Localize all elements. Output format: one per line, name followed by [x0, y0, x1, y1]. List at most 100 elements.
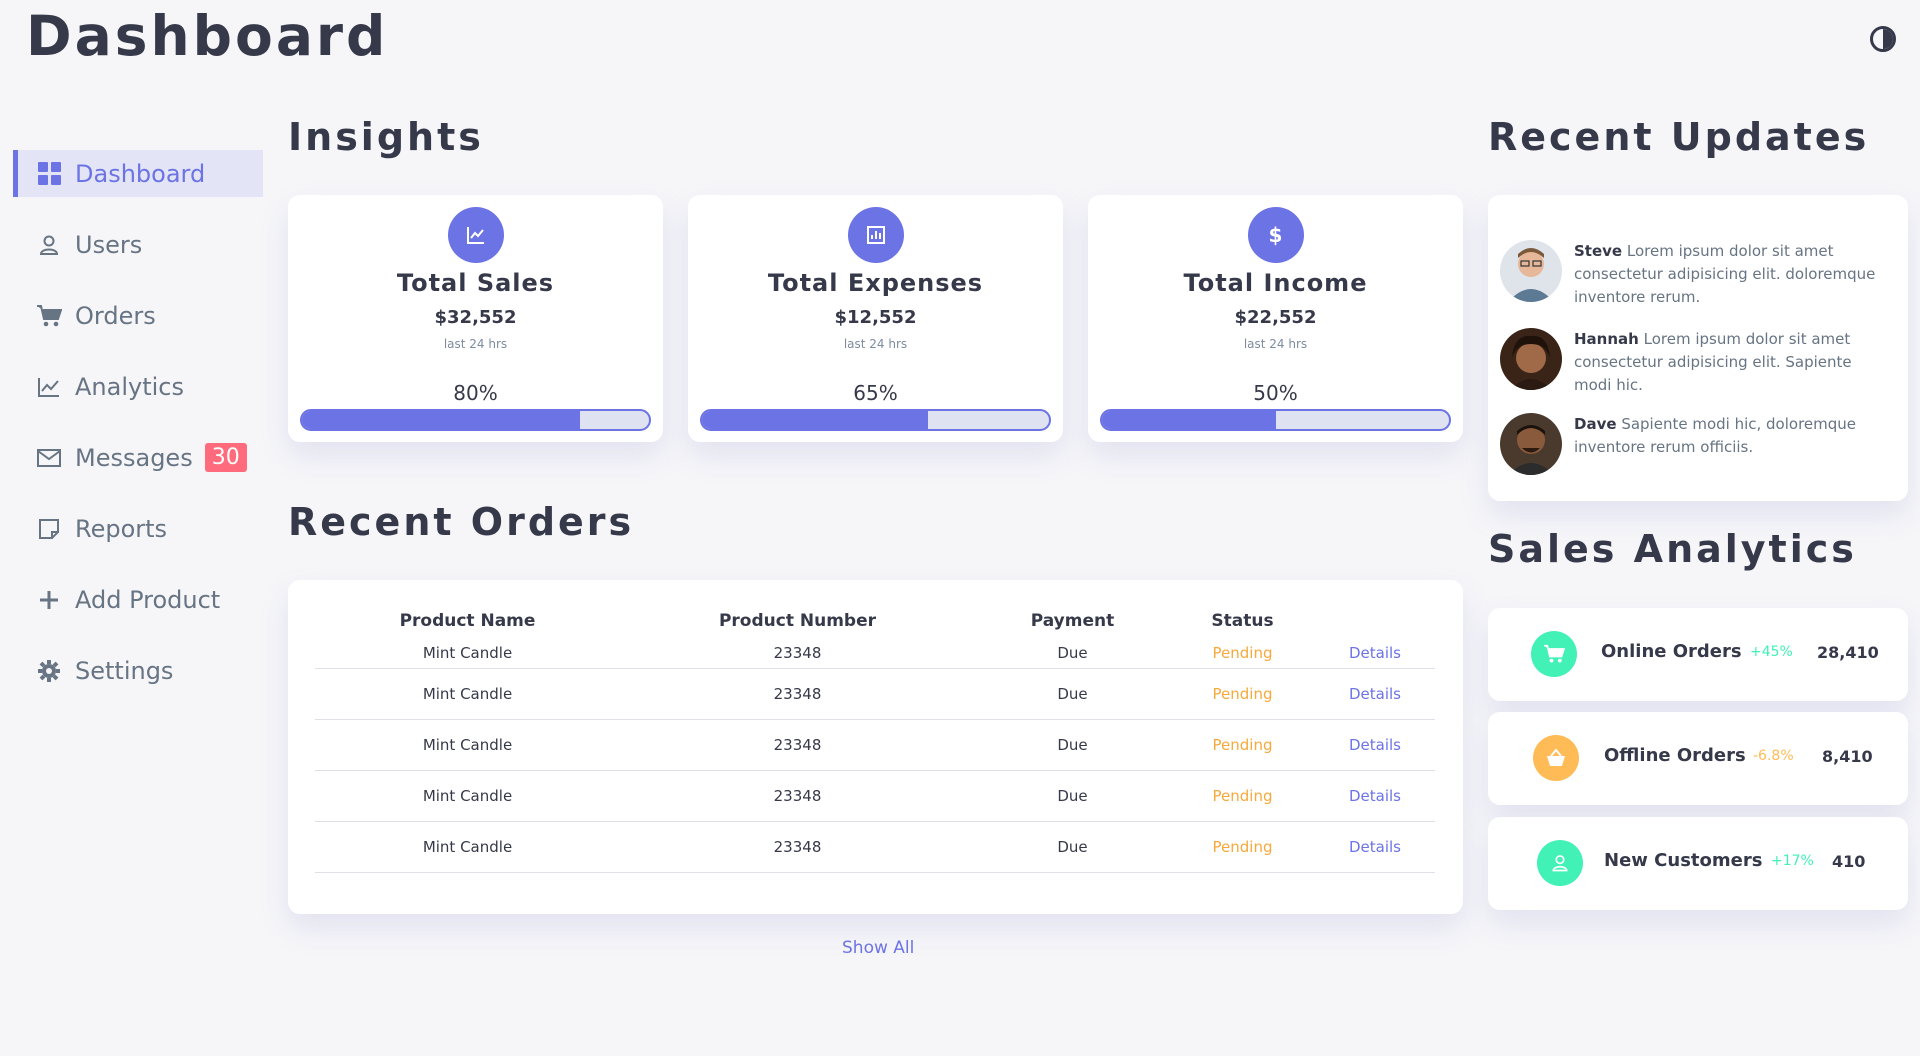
sidebar-item-dashboard[interactable]: Dashboard — [13, 150, 263, 197]
sidebar-item-label: Reports — [75, 514, 168, 543]
details-link[interactable]: Details — [1315, 668, 1435, 720]
update-item: Dave Sapiente modi hic, doloremque inven… — [1500, 413, 1892, 475]
product-number: 23348 — [620, 821, 975, 873]
product-number: 23348 — [620, 770, 975, 822]
card-subtitle: last 24 hrs — [443, 337, 508, 351]
sidebar-item-label: Settings — [75, 656, 174, 685]
sidebar-item-analytics[interactable]: Analytics — [13, 363, 263, 410]
update-text: Hannah Lorem ipsum dolor sit amet consec… — [1574, 328, 1892, 397]
insights-heading: Insights — [288, 115, 484, 159]
gear-icon — [35, 657, 63, 685]
analytics-label: Online Orders — [1601, 641, 1742, 662]
plus-icon — [35, 586, 63, 614]
progress-fill — [302, 411, 580, 429]
sidebar-item-label: Orders — [75, 301, 156, 330]
analytics-value: 8,410 — [1822, 747, 1873, 766]
mail-icon — [35, 444, 63, 472]
avatar — [1500, 240, 1562, 302]
show-all-link[interactable]: Show All — [842, 938, 914, 958]
product-number: 23348 — [620, 638, 975, 669]
card-title: Total Expenses — [767, 269, 984, 297]
avatar — [1500, 328, 1562, 390]
total-expenses-card: Total Expenses $12,552 last 24 hrs 65% — [688, 195, 1063, 442]
offline-orders-card: Offline Orders -6.8% 8,410 — [1488, 712, 1908, 805]
product-name: Mint Candle — [315, 719, 620, 771]
sidebar-item-settings[interactable]: Settings — [13, 647, 263, 694]
update-author: Dave — [1574, 415, 1617, 433]
card-subtitle: last 24 hrs — [843, 337, 908, 351]
status: Pending — [1170, 668, 1315, 720]
sidebar-item-add-product[interactable]: Add Product — [13, 576, 263, 623]
update-item: Steve Lorem ipsum dolor sit amet consect… — [1500, 240, 1892, 309]
recent-orders-heading: Recent Orders — [288, 500, 635, 544]
product-number: 23348 — [620, 668, 975, 720]
card-percent: 80% — [453, 381, 498, 405]
message-count-badge: 30 — [204, 443, 247, 472]
card-title: Total Sales — [396, 269, 555, 297]
card-title: Total Income — [1183, 269, 1368, 297]
sidebar-item-label: Analytics — [75, 372, 184, 401]
payment: Due — [975, 668, 1170, 720]
details-link[interactable]: Details — [1315, 821, 1435, 873]
column-header: Status — [1211, 611, 1274, 631]
sidebar-item-reports[interactable]: Reports — [13, 505, 263, 552]
product-number: 23348 — [620, 719, 975, 771]
bar-chart-icon — [847, 207, 904, 263]
avatar — [1500, 413, 1562, 475]
analytics-value: 410 — [1832, 852, 1866, 871]
new-customers-card: New Customers +17% 410 — [1488, 817, 1908, 910]
sidebar: Dashboard Users Orders Analytics Message… — [13, 150, 263, 718]
theme-toggle-icon[interactable] — [1870, 26, 1896, 52]
column-header — [1315, 604, 1435, 638]
cart-icon — [35, 302, 63, 330]
card-amount: $22,552 — [1234, 307, 1317, 328]
details-link[interactable]: Details — [1315, 638, 1435, 669]
card-subtitle: last 24 hrs — [1243, 337, 1308, 351]
sidebar-item-orders[interactable]: Orders — [13, 292, 263, 339]
update-item: Hannah Lorem ipsum dolor sit amet consec… — [1500, 328, 1892, 397]
payment: Due — [975, 638, 1170, 669]
dollar-icon: $ — [1247, 207, 1304, 263]
product-name: Mint Candle — [315, 770, 620, 822]
progress-fill — [702, 411, 928, 429]
note-icon — [35, 515, 63, 543]
progress-bar — [1100, 409, 1451, 431]
payment: Due — [975, 770, 1170, 822]
updates-card: Steve Lorem ipsum dolor sit amet consect… — [1488, 195, 1908, 501]
card-amount: $32,552 — [434, 307, 517, 328]
sales-analytics-heading: Sales Analytics — [1488, 527, 1857, 571]
update-message: Sapiente modi hic, doloremque inventore … — [1574, 415, 1857, 456]
table-row: Mint Candle 23348 Due Pending Details — [315, 638, 1435, 669]
user-icon — [1537, 840, 1583, 886]
payment: Due — [975, 719, 1170, 771]
status: Pending — [1170, 719, 1315, 771]
card-percent: 50% — [1253, 381, 1298, 405]
basket-icon — [1533, 735, 1579, 781]
column-header: Payment — [1030, 611, 1115, 631]
update-text: Dave Sapiente modi hic, doloremque inven… — [1574, 413, 1892, 459]
details-link[interactable]: Details — [1315, 770, 1435, 822]
analytics-percent: +17% — [1771, 853, 1814, 869]
analytics-label: Offline Orders — [1604, 745, 1746, 766]
table-row: Mint Candle 23348 Due Pending Details — [315, 770, 1435, 822]
sidebar-item-users[interactable]: Users — [13, 221, 263, 268]
progress-fill — [1102, 411, 1276, 429]
sales-chart-icon — [447, 207, 504, 263]
orders-card: Product Name Product Number Payment Stat… — [288, 580, 1463, 914]
progress-bar — [300, 409, 651, 431]
update-author: Steve — [1574, 242, 1623, 260]
progress-bar — [700, 409, 1051, 431]
analytics-percent: +45% — [1750, 644, 1793, 660]
user-icon — [35, 231, 63, 259]
details-link[interactable]: Details — [1315, 719, 1435, 771]
table-row: Mint Candle 23348 Due Pending Details — [315, 719, 1435, 771]
grid-icon — [35, 160, 63, 188]
chart-icon — [35, 373, 63, 401]
sidebar-item-messages[interactable]: Messages 30 — [13, 434, 263, 481]
table-row: Mint Candle 23348 Due Pending Details — [315, 668, 1435, 720]
total-income-card: $ Total Income $22,552 last 24 hrs 50% — [1088, 195, 1463, 442]
payment: Due — [975, 821, 1170, 873]
update-author: Hannah — [1574, 330, 1639, 348]
product-name: Mint Candle — [315, 638, 620, 669]
table-row: Mint Candle 23348 Due Pending Details — [315, 821, 1435, 873]
